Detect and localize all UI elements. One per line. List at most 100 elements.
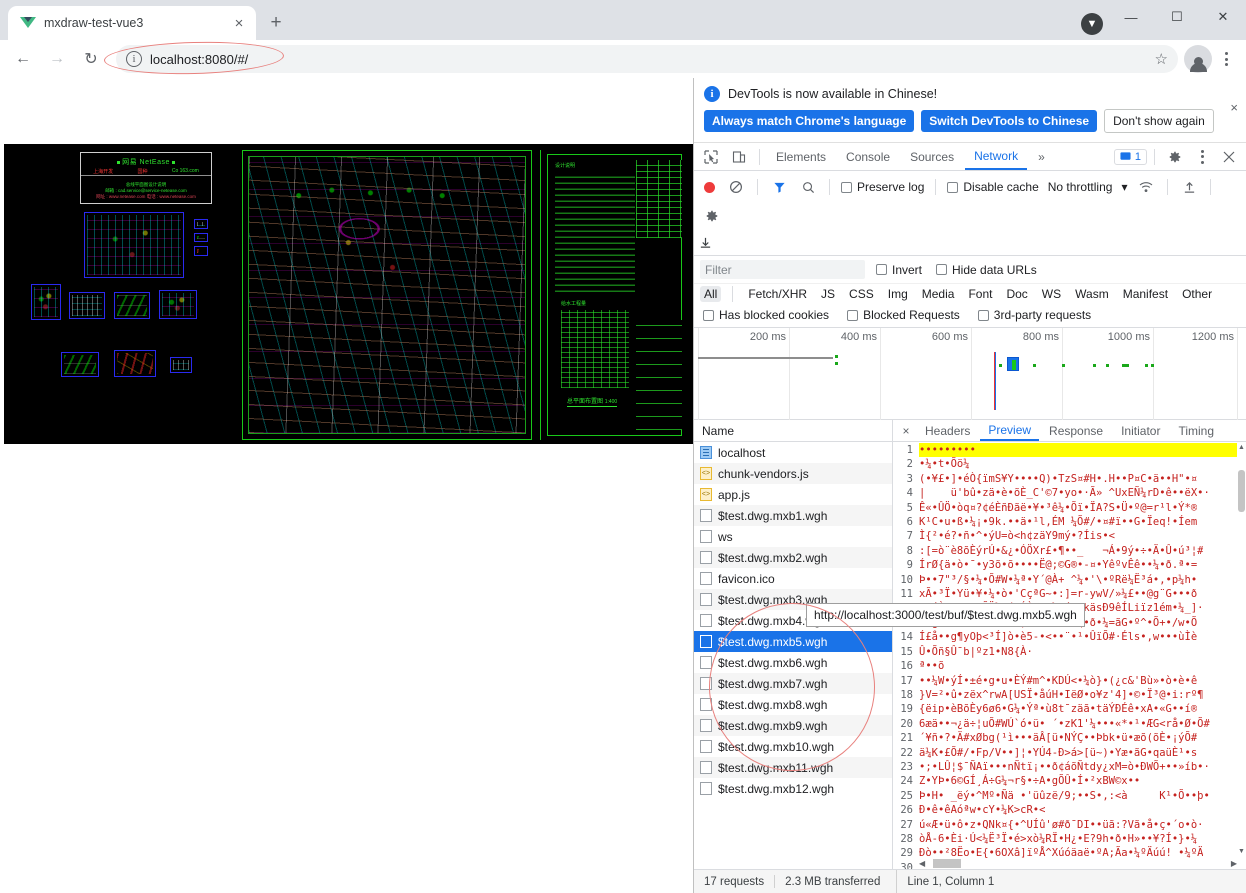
- clear-icon[interactable]: [723, 174, 749, 200]
- dont-show-again-button[interactable]: Don't show again: [1104, 109, 1214, 133]
- request-row[interactable]: $test.dwg.mxb8.wgh: [694, 694, 892, 715]
- tab-network[interactable]: Network: [965, 143, 1028, 170]
- minimize-button[interactable]: —: [1108, 0, 1154, 34]
- cad-thumbnail[interactable]: [61, 352, 99, 377]
- preview-horizontal-scrollbar[interactable]: ◀ ▶: [919, 858, 1237, 869]
- switch-devtools-chinese-button[interactable]: Switch DevTools to Chinese: [921, 110, 1098, 132]
- request-row[interactable]: ws: [694, 526, 892, 547]
- cad-thumbnail[interactable]: [194, 233, 208, 242]
- type-filter-wasm[interactable]: Wasm: [1071, 286, 1113, 302]
- cad-main-sheet[interactable]: [242, 150, 532, 440]
- cad-thumbnail[interactable]: [84, 212, 184, 278]
- bookmark-icon[interactable]: ☆: [1155, 50, 1168, 68]
- detail-tab-initiator[interactable]: Initiator: [1113, 420, 1168, 441]
- cad-thumbnail[interactable]: [159, 290, 197, 319]
- scroll-right-icon[interactable]: ▶: [1231, 859, 1237, 868]
- request-row[interactable]: $test.dwg.mxb2.wgh: [694, 547, 892, 568]
- request-row[interactable]: $test.dwg.mxb7.wgh: [694, 673, 892, 694]
- info-circle-icon[interactable]: i: [126, 51, 142, 67]
- maximize-button[interactable]: ☐: [1154, 0, 1200, 34]
- avatar-icon[interactable]: [1184, 45, 1212, 73]
- tab-elements[interactable]: Elements: [767, 143, 835, 170]
- download-icon[interactable]: ▼: [1081, 13, 1103, 35]
- cad-thumbnail[interactable]: [170, 357, 192, 373]
- type-filter-ws[interactable]: WS: [1038, 286, 1065, 302]
- type-filter-font[interactable]: Font: [964, 286, 996, 302]
- cad-canvas[interactable]: 网易 NetEase 上海开发 国种 Co 163.com 总线平面图设计说明 …: [4, 144, 693, 444]
- request-row[interactable]: <> app.js: [694, 484, 892, 505]
- import-har-icon[interactable]: [1176, 174, 1202, 200]
- request-row[interactable]: localhost: [694, 442, 892, 463]
- request-row[interactable]: <> chunk-vendors.js: [694, 463, 892, 484]
- cad-thumbnail[interactable]: [194, 219, 208, 229]
- device-toolbar-icon[interactable]: [726, 144, 752, 170]
- cad-thumbnail[interactable]: [114, 350, 156, 377]
- invert-checkbox[interactable]: Invert: [873, 263, 925, 277]
- request-row[interactable]: favicon.ico: [694, 568, 892, 589]
- back-icon[interactable]: ←: [8, 44, 38, 74]
- close-icon[interactable]: ×: [230, 14, 248, 32]
- preview-vertical-scrollbar[interactable]: ▲ ▼: [1237, 442, 1246, 869]
- request-row[interactable]: $test.dwg.mxb10.wgh: [694, 736, 892, 757]
- request-row[interactable]: $test.dwg.mxb9.wgh: [694, 715, 892, 736]
- export-har-icon[interactable]: [699, 232, 1241, 252]
- cad-thumbnail[interactable]: [31, 284, 61, 320]
- throttling-select[interactable]: No throttling: [1045, 180, 1116, 194]
- filter-input[interactable]: [700, 260, 865, 279]
- type-filter-js[interactable]: JS: [817, 286, 839, 302]
- request-row[interactable]: $test.dwg.mxb11.wgh: [694, 757, 892, 778]
- type-filter-media[interactable]: Media: [918, 286, 959, 302]
- address-bar[interactable]: i localhost:8080/#/ ☆: [116, 45, 1178, 73]
- detail-tab-headers[interactable]: Headers: [917, 420, 978, 441]
- devtools-close-icon[interactable]: [1216, 144, 1242, 170]
- cad-thumbnail[interactable]: [194, 246, 208, 256]
- hide-data-urls-checkbox[interactable]: Hide data URLs: [933, 263, 1040, 277]
- type-filter-doc[interactable]: Doc: [1002, 286, 1031, 302]
- reload-icon[interactable]: ↻: [76, 44, 106, 74]
- message-count-badge[interactable]: 1: [1113, 148, 1147, 165]
- network-conditions-icon[interactable]: [1133, 174, 1159, 200]
- record-icon[interactable]: [704, 181, 715, 193]
- more-tabs-icon[interactable]: »: [1029, 143, 1054, 170]
- request-row[interactable]: $test.dwg.mxb12.wgh: [694, 778, 892, 799]
- request-list[interactable]: localhost <> chunk-vendors.js <> app.js $test…: [694, 442, 892, 869]
- preserve-log-checkbox[interactable]: Preserve log: [838, 180, 927, 194]
- scroll-up-icon[interactable]: ▲: [1237, 444, 1246, 451]
- type-filter-all[interactable]: All: [700, 286, 722, 302]
- preview-content[interactable]: 1 ••••••••• 2 •¼•t•Õö¼ 3 (•¥£•]•éÒ{ïmS¥Y••••Q…: [893, 442, 1246, 869]
- forward-icon[interactable]: →: [42, 44, 72, 74]
- close-window-button[interactable]: ✕: [1200, 0, 1246, 34]
- type-filter-manifest[interactable]: Manifest: [1119, 286, 1172, 302]
- network-settings-gear-icon[interactable]: [699, 203, 725, 229]
- cad-thumbnail[interactable]: [69, 292, 105, 319]
- tab-sources[interactable]: Sources: [901, 143, 963, 170]
- chevron-down-icon[interactable]: ▾: [1118, 180, 1130, 194]
- devtools-more-menu-icon[interactable]: [1190, 143, 1214, 171]
- browser-tab[interactable]: mxdraw-test-vue3 ×: [8, 6, 256, 40]
- type-filter-img[interactable]: Img: [884, 286, 912, 302]
- request-row[interactable]: $test.dwg.mxb5.wgh: [694, 631, 892, 652]
- disable-cache-checkbox[interactable]: Disable cache: [944, 180, 1041, 194]
- detail-close-icon[interactable]: ×: [897, 424, 915, 438]
- new-tab-button[interactable]: +: [262, 9, 290, 37]
- banner-close-icon[interactable]: ×: [1230, 100, 1238, 115]
- detail-tab-response[interactable]: Response: [1041, 420, 1111, 441]
- inspect-icon[interactable]: [698, 144, 724, 170]
- always-match-language-button[interactable]: Always match Chrome's language: [704, 110, 915, 132]
- search-icon[interactable]: [795, 174, 821, 200]
- blocked-requests-checkbox[interactable]: Blocked Requests: [844, 308, 963, 322]
- request-row[interactable]: $test.dwg.mxb6.wgh: [694, 652, 892, 673]
- request-row[interactable]: $test.dwg.mxb1.wgh: [694, 505, 892, 526]
- scroll-left-icon[interactable]: ◀: [919, 859, 925, 868]
- cad-thumbnail[interactable]: [114, 292, 150, 319]
- filter-icon[interactable]: [766, 174, 792, 200]
- gear-icon[interactable]: [1162, 144, 1188, 170]
- network-timeline-overview[interactable]: 200 ms 400 ms 600 ms 800 ms 1000 ms 1200…: [694, 328, 1246, 420]
- has-blocked-cookies-checkbox[interactable]: Has blocked cookies: [700, 308, 832, 322]
- scroll-down-icon[interactable]: ▼: [1237, 848, 1246, 855]
- tab-console[interactable]: Console: [837, 143, 899, 170]
- type-filter-fetch-xhr[interactable]: Fetch/XHR: [744, 286, 811, 302]
- type-filter-css[interactable]: CSS: [845, 286, 878, 302]
- type-filter-other[interactable]: Other: [1178, 286, 1216, 302]
- detail-tab-timing[interactable]: Timing: [1170, 420, 1222, 441]
